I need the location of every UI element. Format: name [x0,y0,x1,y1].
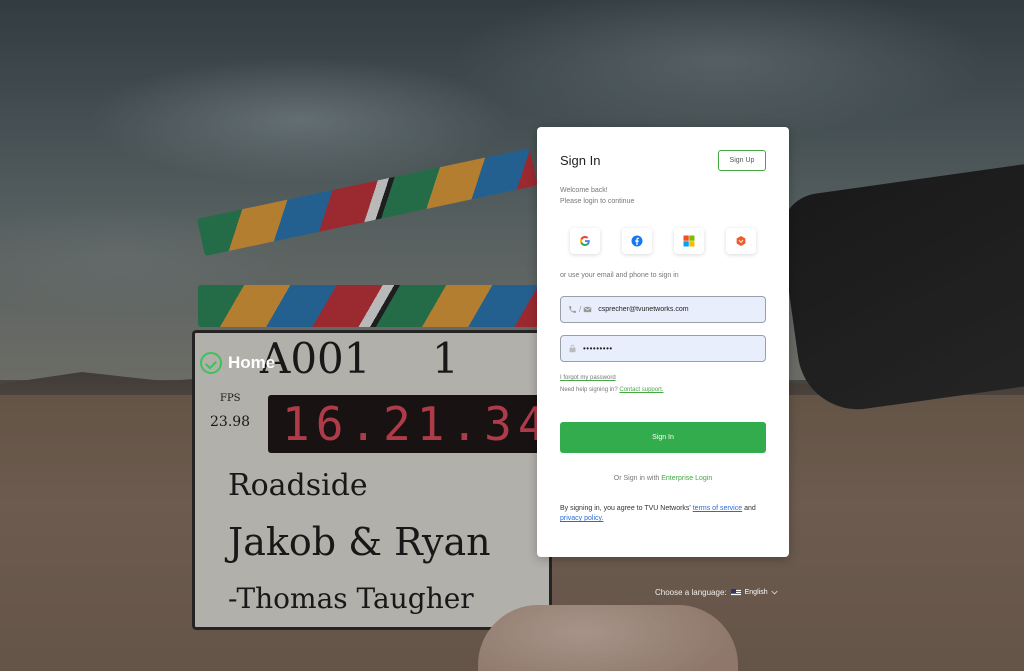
welcome-text: Welcome back! Please login to continue [560,185,634,207]
signin-card: Sign In Sign Up Welcome back! Please log… [537,127,789,557]
language-selected: English [744,589,768,596]
enterprise-login-link[interactable]: Enterprise Login [661,475,712,482]
welcome-line-1: Welcome back! [560,187,608,194]
separator-slash-icon: / [579,305,582,314]
google-login-button[interactable] [570,228,600,254]
tvu-icon [736,236,746,246]
microsoft-icon [683,235,695,247]
enterprise-login: Or Sign in with Enterprise Login [537,475,789,482]
language-select[interactable]: English [745,589,778,596]
help-text: Need help signing in? Contact support. [560,387,663,393]
password-input[interactable]: ••••••••• [583,344,613,353]
phone-icon [569,306,576,313]
field-icons [568,344,577,353]
help-label: Need help signing in? [560,387,618,393]
terms-prefix: By signing in, you agree to TVU Networks… [560,505,691,512]
language-label: Choose a language: [655,588,727,597]
tvu-login-button[interactable] [726,228,756,254]
signin-button[interactable]: Sign In [560,422,766,453]
language-chooser: Choose a language: English [655,588,778,597]
terms-and: and [744,505,756,512]
signin-title: Sign In [560,153,601,168]
mail-icon [583,306,592,313]
us-flag-icon [730,589,741,596]
forgot-password-link[interactable]: I forgot my password [560,375,616,381]
home-logo[interactable]: Home [200,352,275,374]
email-input[interactable] [598,306,749,313]
field-icons: / [568,305,592,314]
alt-signin-text: or use your email and phone to sign in [560,272,679,279]
welcome-line-2: Please login to continue [560,198,635,205]
facebook-icon [631,235,643,247]
privacy-policy-link[interactable]: privacy policy. [560,515,603,522]
chevron-down-icon [770,590,778,595]
contact-support-link[interactable]: Contact support. [619,387,663,393]
password-field[interactable]: ••••••••• [560,335,766,362]
google-icon [580,236,590,246]
tvu-logo-icon [200,352,222,374]
social-login-row [570,228,756,254]
background-dim [0,0,1024,671]
terms-of-service-link[interactable]: terms of service [693,505,742,512]
enterprise-prefix: Or Sign in with [613,475,660,482]
signup-button[interactable]: Sign Up [718,150,766,171]
background-scene: A001 1 FPS 23.98 16.21.34 Roadside Jakob… [0,0,1024,671]
email-field[interactable]: / [560,296,766,323]
microsoft-login-button[interactable] [674,228,704,254]
home-label: Home [228,353,276,372]
facebook-login-button[interactable] [622,228,652,254]
lock-icon [569,344,576,353]
terms-text: By signing in, you agree to TVU Networks… [560,504,770,524]
